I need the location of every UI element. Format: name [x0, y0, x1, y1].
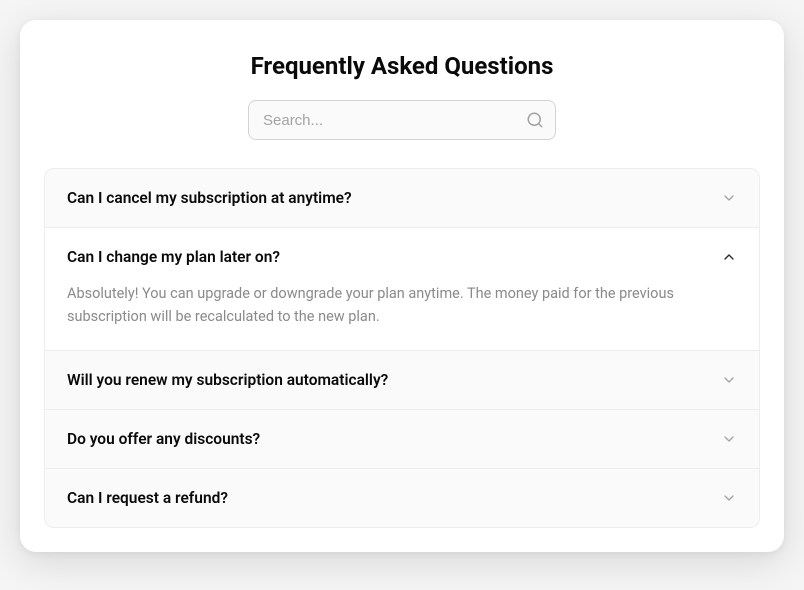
- faq-toggle-refund[interactable]: Can I request a refund?: [45, 469, 759, 527]
- faq-question: Can I change my plan later on?: [67, 248, 280, 266]
- chevron-down-icon: [721, 190, 737, 206]
- faq-question: Can I cancel my subscription at anytime?: [67, 189, 352, 207]
- search-container: [44, 100, 760, 140]
- faq-question: Will you renew my subscription automatic…: [67, 371, 388, 389]
- faq-toggle-discounts[interactable]: Do you offer any discounts?: [45, 410, 759, 468]
- search-box: [248, 100, 556, 140]
- faq-item: Can I change my plan later on? Absolutel…: [45, 228, 759, 351]
- faq-toggle-cancel-subscription[interactable]: Can I cancel my subscription at anytime?: [45, 169, 759, 227]
- chevron-down-icon: [721, 431, 737, 447]
- search-input[interactable]: [248, 100, 556, 140]
- faq-toggle-renew-automatically[interactable]: Will you renew my subscription automatic…: [45, 351, 759, 409]
- faq-question: Can I request a refund?: [67, 489, 228, 507]
- faq-card: Frequently Asked Questions Can I cancel …: [20, 20, 784, 552]
- faq-accordion: Can I cancel my subscription at anytime?…: [44, 168, 760, 528]
- faq-question: Do you offer any discounts?: [67, 430, 260, 448]
- faq-item: Can I cancel my subscription at anytime?: [45, 169, 759, 228]
- page-title: Frequently Asked Questions: [44, 52, 760, 80]
- chevron-up-icon: [721, 249, 737, 265]
- faq-item: Do you offer any discounts?: [45, 410, 759, 469]
- faq-answer: Absolutely! You can upgrade or downgrade…: [45, 282, 759, 350]
- chevron-down-icon: [721, 372, 737, 388]
- faq-item: Can I request a refund?: [45, 469, 759, 527]
- faq-toggle-change-plan[interactable]: Can I change my plan later on?: [45, 228, 759, 286]
- chevron-down-icon: [721, 490, 737, 506]
- faq-item: Will you renew my subscription automatic…: [45, 351, 759, 410]
